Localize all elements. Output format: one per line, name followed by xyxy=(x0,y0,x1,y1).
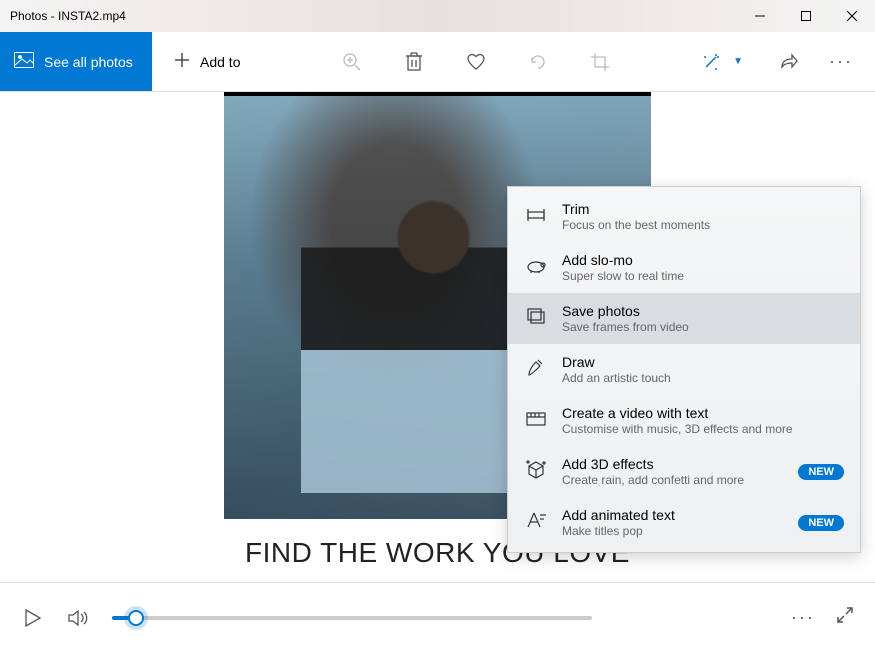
seek-slider[interactable] xyxy=(112,616,592,620)
delete-button[interactable] xyxy=(402,50,426,74)
window-title: Photos - INSTA2.mp4 xyxy=(0,9,737,23)
toolbar: See all photos Add to ▼ ··· xyxy=(0,32,875,92)
dropdown-item-draw[interactable]: DrawAdd an artistic touch xyxy=(508,344,860,395)
seek-thumb[interactable] xyxy=(128,610,144,626)
edit-create-button[interactable]: ▼ xyxy=(689,32,755,91)
plus-icon xyxy=(174,52,190,71)
dropdown-item-trim[interactable]: TrimFocus on the best moments xyxy=(508,191,860,242)
trim-icon xyxy=(524,203,548,227)
fullscreen-button[interactable] xyxy=(835,605,855,630)
tool-group xyxy=(262,50,689,74)
add-to-button[interactable]: Add to xyxy=(152,32,262,91)
play-button[interactable] xyxy=(20,605,46,631)
edit-dropdown: TrimFocus on the best moments Add slo-mo… xyxy=(507,186,861,553)
frames-icon xyxy=(524,305,548,329)
dropdown-item-save-photos[interactable]: Save photosSave frames from video xyxy=(508,293,860,344)
favorite-button[interactable] xyxy=(464,50,488,74)
maximize-button[interactable] xyxy=(783,0,829,32)
see-all-label: See all photos xyxy=(44,54,133,70)
playback-more-button[interactable]: ··· xyxy=(791,607,815,628)
photo-icon xyxy=(14,52,34,71)
share-button[interactable] xyxy=(777,50,801,74)
minimize-button[interactable] xyxy=(737,0,783,32)
more-button[interactable]: ··· xyxy=(829,51,853,72)
chevron-down-icon: ▼ xyxy=(733,56,743,67)
close-button[interactable] xyxy=(829,0,875,32)
playback-controls: ··· xyxy=(0,582,875,652)
add-to-label: Add to xyxy=(200,54,240,70)
dropdown-item-3d-effects[interactable]: Add 3D effectsCreate rain, add confetti … xyxy=(508,446,860,497)
magic-wand-icon xyxy=(701,52,721,72)
cube-icon xyxy=(524,458,548,482)
right-tools: ··· xyxy=(755,50,875,74)
crop-button[interactable] xyxy=(588,50,612,74)
dropdown-item-slomo[interactable]: Add slo-moSuper slow to real time xyxy=(508,242,860,293)
text-icon xyxy=(524,509,548,533)
turtle-icon xyxy=(524,254,548,278)
dropdown-item-video-text[interactable]: Create a video with textCustomise with m… xyxy=(508,395,860,446)
rotate-button[interactable] xyxy=(526,50,550,74)
film-icon xyxy=(524,407,548,431)
see-all-photos-button[interactable]: See all photos xyxy=(0,32,152,91)
zoom-button[interactable] xyxy=(340,50,364,74)
dropdown-item-animated-text[interactable]: Add animated textMake titles pop NEW xyxy=(508,497,860,548)
new-badge: NEW xyxy=(798,515,844,531)
new-badge: NEW xyxy=(798,464,844,480)
volume-button[interactable] xyxy=(66,605,92,631)
content-area: FIND THE WORK YOU LOVE TrimFocus on the … xyxy=(0,92,875,582)
title-bar: Photos - INSTA2.mp4 xyxy=(0,0,875,32)
pen-icon xyxy=(524,356,548,380)
